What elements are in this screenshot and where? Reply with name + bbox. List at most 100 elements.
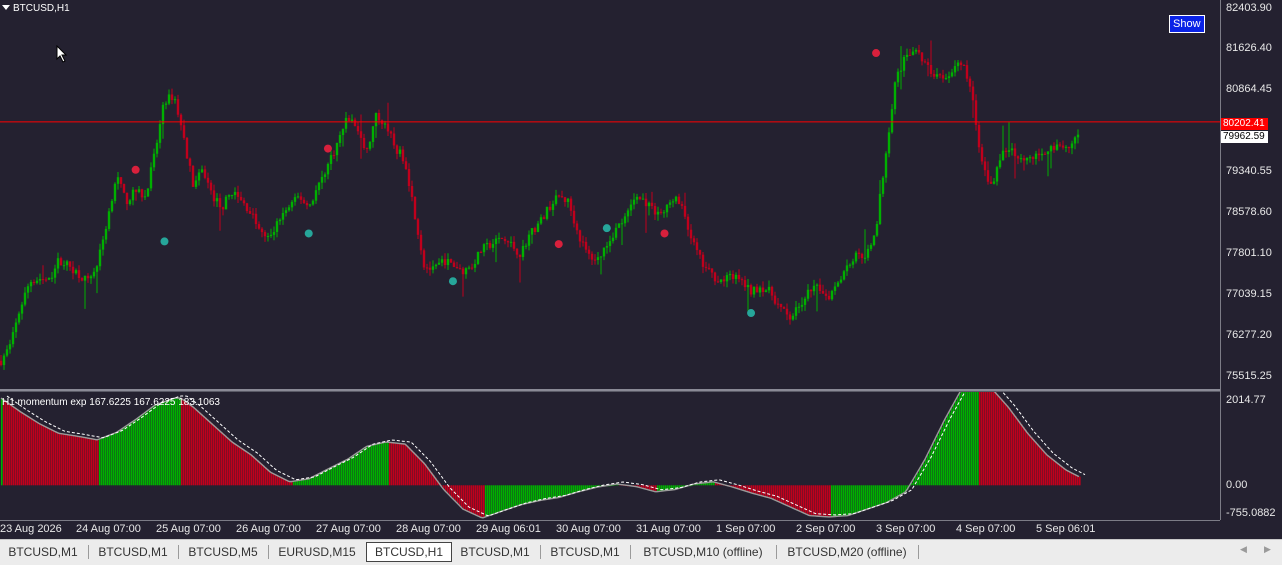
candle-body — [890, 109, 894, 133]
tab-btcusd-m1-3[interactable]: BTCUSD,M1 — [452, 543, 538, 561]
momentum-bar — [375, 444, 377, 486]
momentum-bar — [877, 485, 879, 506]
tab-btcusd-m20-offline[interactable]: BTCUSD,M20 (offline) — [778, 543, 916, 561]
candle-body — [344, 117, 348, 129]
dropdown-triangle-icon[interactable] — [2, 5, 10, 10]
momentum-bar — [341, 462, 343, 486]
momentum-bar — [101, 438, 103, 486]
candle-body — [749, 285, 753, 295]
tab-scroll-right-icon[interactable]: ▶ — [1264, 544, 1271, 555]
momentum-histogram[interactable] — [0, 376, 1220, 520]
buy-signal-arrow — [448, 277, 457, 286]
candle-body — [410, 186, 414, 197]
momentum-bar — [171, 399, 173, 486]
show-button[interactable]: Show — [1169, 15, 1205, 33]
momentum-bar — [963, 386, 965, 486]
momentum-bar — [195, 408, 197, 486]
momentum-bar — [159, 403, 161, 486]
tab-btcusd-m1-2[interactable]: BTCUSD,M1 — [90, 543, 176, 561]
candle-body — [248, 211, 252, 214]
candle-body — [821, 291, 825, 294]
candle-body — [710, 268, 714, 273]
indicator-tick: -755.0882 — [1226, 507, 1276, 519]
candle-body — [893, 82, 897, 110]
candle-body — [293, 197, 297, 202]
candle-body — [1052, 146, 1056, 150]
momentum-bar — [31, 418, 33, 486]
candle-body — [590, 253, 594, 260]
price-chart-pane[interactable] — [0, 0, 1220, 390]
candle-body — [884, 153, 888, 178]
momentum-bar — [779, 485, 781, 502]
candle-body — [920, 52, 924, 62]
momentum-bar — [1061, 466, 1063, 486]
momentum-bar — [241, 448, 243, 486]
momentum-bar — [385, 442, 387, 486]
candle-body — [509, 241, 513, 243]
momentum-bar — [313, 476, 315, 486]
price-axis[interactable]: 82403.90 81626.40 80864.45 79340.55 7857… — [1220, 0, 1282, 520]
candle-body — [323, 174, 327, 177]
candle-body — [359, 131, 363, 138]
momentum-bar — [513, 485, 515, 508]
candle-body — [767, 286, 771, 291]
candle-body — [35, 280, 39, 283]
candle-body — [779, 303, 783, 308]
momentum-bar — [751, 485, 753, 493]
tab-btcusd-h1[interactable]: BTCUSD,H1 — [366, 542, 452, 562]
momentum-bar — [337, 464, 339, 486]
candle-body — [119, 177, 123, 184]
momentum-bar — [273, 473, 275, 486]
candle-body — [209, 182, 213, 191]
momentum-bar — [51, 429, 53, 486]
momentum-bar — [929, 451, 931, 486]
momentum-bar — [535, 485, 537, 502]
time-axis[interactable]: 23 Aug 2026 24 Aug 07:00 25 Aug 07:00 26… — [0, 520, 1220, 539]
candle-body — [170, 94, 174, 101]
candle-body — [683, 205, 687, 217]
tab-btcusd-m1-4[interactable]: BTCUSD,M1 — [542, 543, 628, 561]
candle-body — [374, 112, 378, 127]
candle-body — [989, 181, 993, 184]
momentum-bar — [301, 480, 303, 486]
candle-body — [1001, 150, 1005, 161]
momentum-bar — [243, 449, 245, 486]
tab-scroll-left-icon[interactable]: ◀ — [1240, 544, 1247, 555]
candle-body — [68, 261, 72, 267]
candle-body — [572, 210, 576, 224]
momentum-bar — [485, 485, 487, 518]
momentum-bar — [965, 384, 967, 486]
momentum-bar — [971, 381, 973, 486]
time-tick: 1 Sep 07:00 — [716, 523, 776, 535]
indicator-tick: 0.00 — [1226, 479, 1248, 491]
momentum-bar — [175, 398, 177, 486]
momentum-bar — [825, 485, 827, 517]
momentum-bar — [215, 426, 217, 486]
indicator-pane[interactable] — [0, 376, 1220, 520]
momentum-bar — [797, 485, 799, 510]
momentum-bar — [189, 404, 191, 486]
candle-body — [8, 344, 12, 350]
tab-eurusd-m15[interactable]: EURUSD,M15 — [270, 543, 364, 561]
momentum-bar — [649, 485, 651, 491]
momentum-bar — [29, 417, 31, 486]
momentum-bar — [783, 485, 785, 504]
momentum-bar — [1071, 472, 1073, 486]
momentum-bar — [563, 485, 565, 497]
tab-btcusd-m1-1[interactable]: BTCUSD,M1 — [0, 543, 86, 561]
momentum-bar — [19, 410, 21, 486]
candle-body — [92, 271, 96, 277]
candle-body — [452, 262, 456, 267]
candle-body — [566, 198, 570, 203]
momentum-bar — [855, 485, 857, 514]
candle-body — [437, 262, 441, 265]
candlestick-chart[interactable] — [0, 0, 1220, 390]
buy-signal-arrow — [602, 224, 611, 233]
candle-body — [95, 266, 99, 272]
momentum-bar — [651, 485, 653, 491]
candle-body — [620, 223, 624, 225]
tab-btcusd-m10-offline[interactable]: BTCUSD,M10 (offline) — [632, 543, 774, 561]
tab-btcusd-m5[interactable]: BTCUSD,M5 — [180, 543, 266, 561]
momentum-bar — [927, 455, 929, 486]
momentum-bar — [785, 485, 787, 505]
